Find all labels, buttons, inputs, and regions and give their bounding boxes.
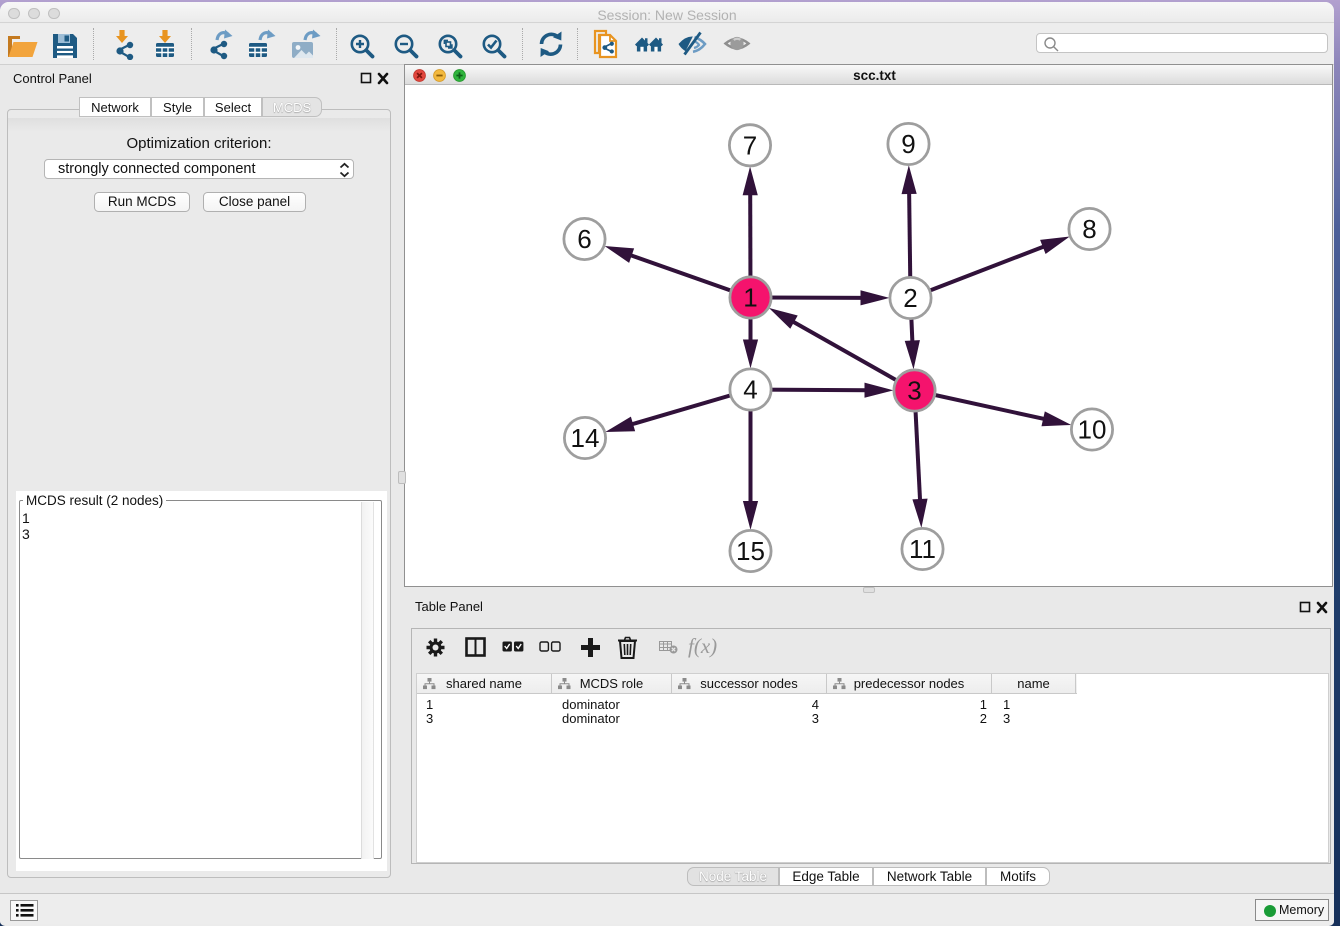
svg-text:2: 2 [903, 283, 917, 313]
svg-text:8: 8 [1082, 214, 1096, 244]
svg-text:14: 14 [571, 423, 600, 453]
svg-text:10: 10 [1078, 415, 1107, 445]
svg-text:9: 9 [901, 129, 915, 159]
svg-text:3: 3 [907, 376, 921, 406]
svg-text:7: 7 [743, 130, 757, 160]
svg-text:11: 11 [909, 534, 936, 564]
svg-text:15: 15 [736, 536, 765, 566]
svg-text:4: 4 [743, 375, 757, 405]
svg-text:1: 1 [743, 283, 757, 313]
svg-text:6: 6 [577, 224, 591, 254]
